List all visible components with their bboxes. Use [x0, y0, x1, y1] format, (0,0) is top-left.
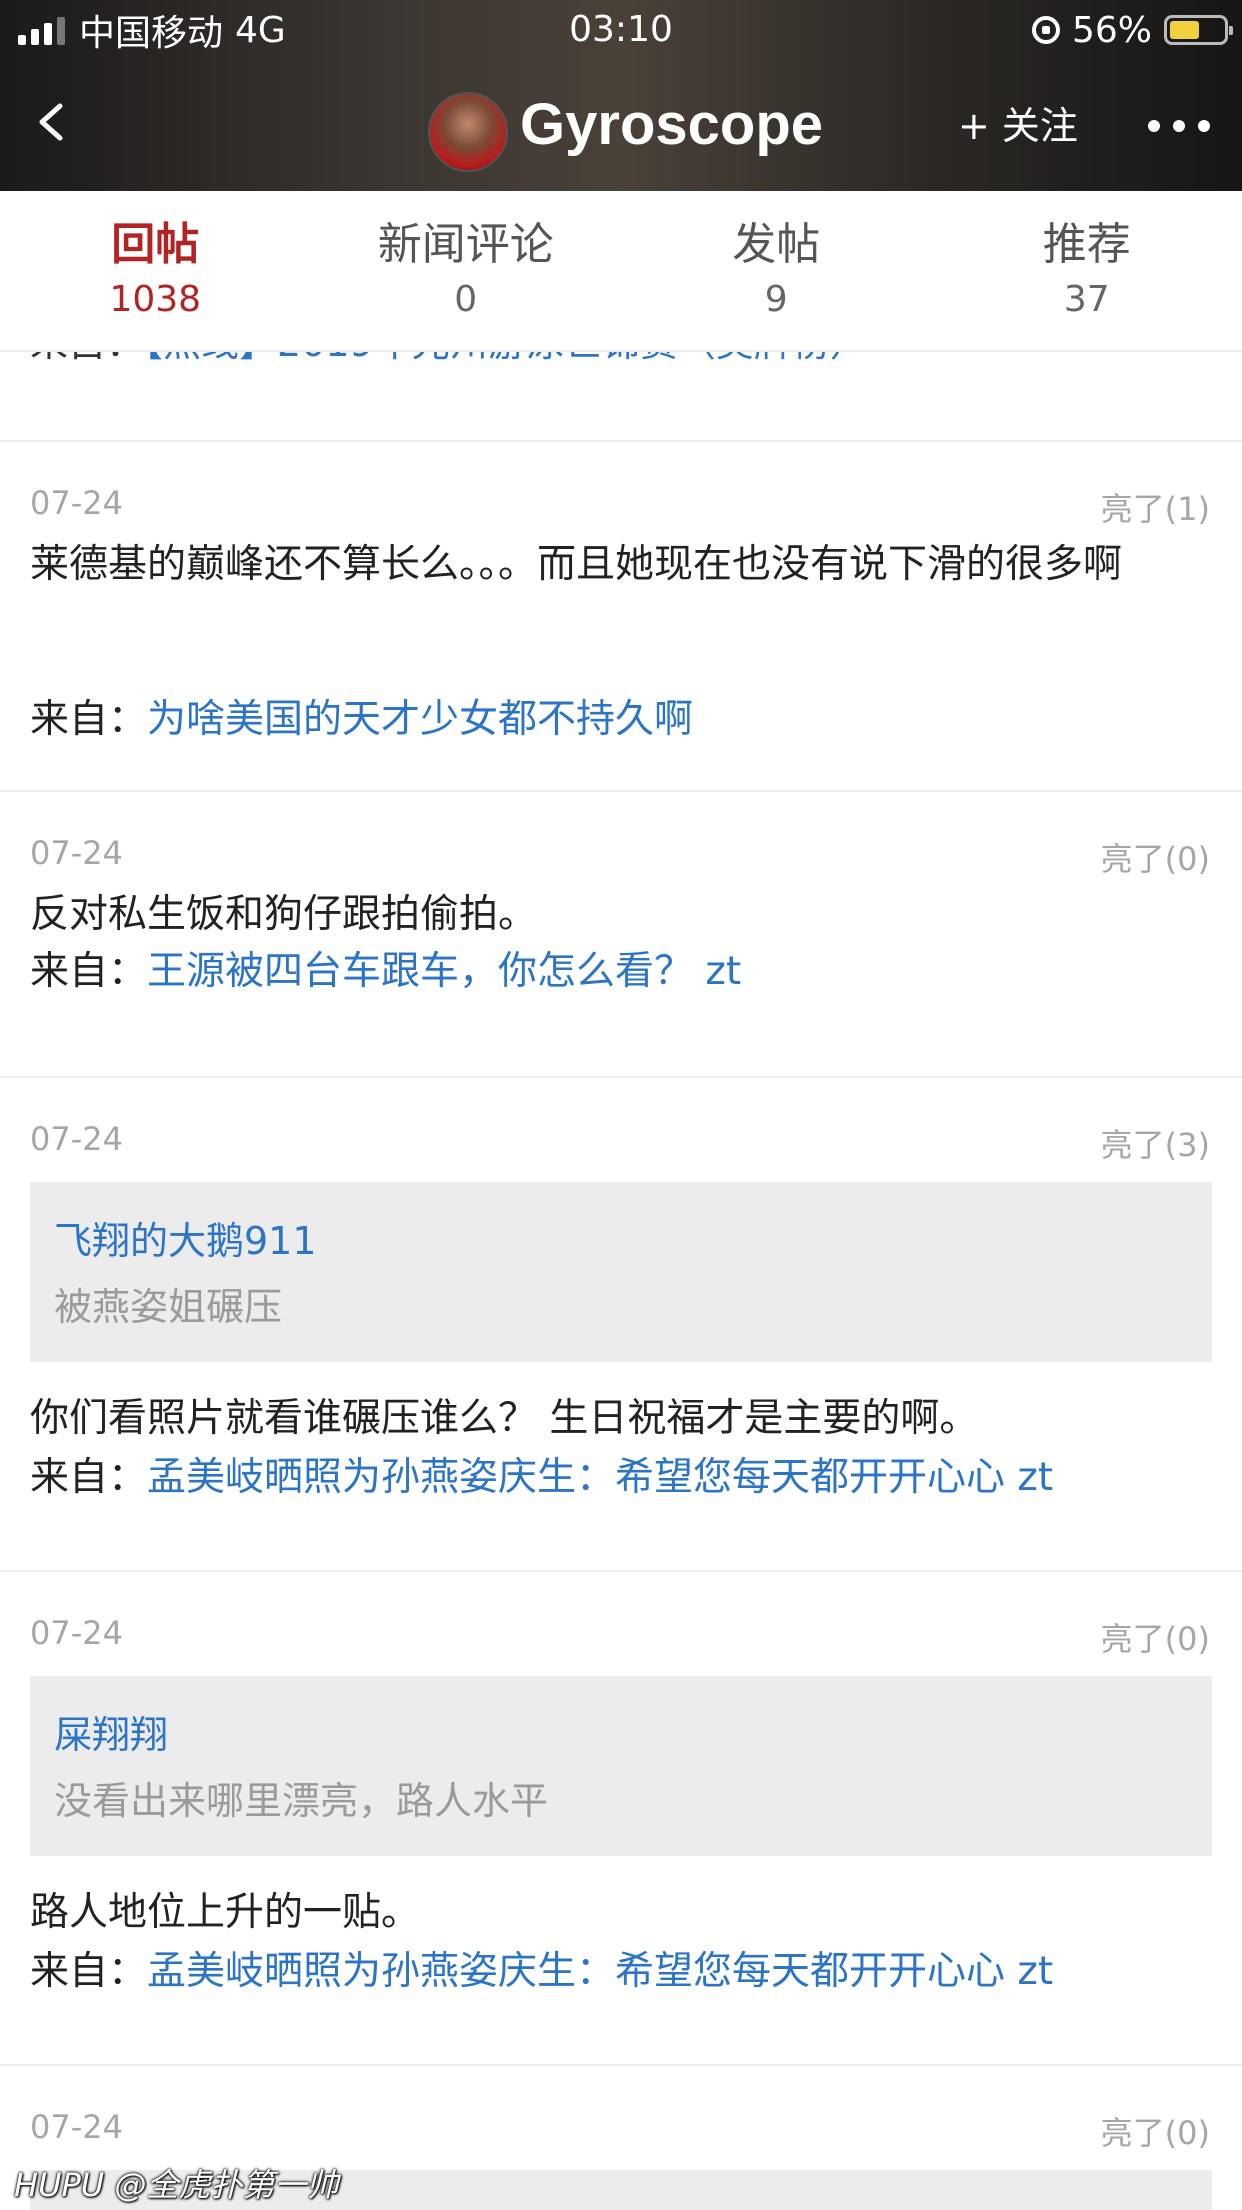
divider — [0, 440, 1242, 442]
reply-source: 来自：孟美岐晒照为孙燕姿庆生：希望您每天都开开心心 zt — [30, 1446, 1053, 1502]
post-date: 07-24 — [30, 1120, 123, 1158]
tab-label: 新闻评论 — [311, 215, 622, 275]
status-bar: 中国移动 4G 03:10 56% — [0, 0, 1242, 60]
status-right: 56% — [1032, 6, 1228, 54]
header: 中国移动 4G 03:10 56% Gyroscope + 关注 — [0, 0, 1242, 191]
quoted-username[interactable]: 屎翔翔 — [54, 1704, 168, 1759]
divider — [0, 790, 1242, 792]
from-prefix: 来自： — [30, 697, 147, 742]
divider — [0, 1570, 1242, 1572]
like-count[interactable]: 亮了(1) — [1101, 484, 1210, 530]
avatar[interactable] — [428, 92, 508, 172]
back-button[interactable] — [30, 100, 80, 150]
like-count[interactable]: 亮了(0) — [1101, 2108, 1210, 2154]
chevron-left-icon — [30, 100, 74, 144]
divider — [0, 2064, 1242, 2066]
reply-text: 反对私生饭和狗仔跟拍偷拍。 — [30, 882, 1210, 948]
like-count[interactable]: 亮了(3) — [1101, 1120, 1210, 1166]
reply-text: 路人地位上升的一贴。 — [30, 1880, 1210, 1946]
thread-link[interactable]: 王源被四台车跟车，你怎么看？ zt — [147, 949, 741, 994]
profile-name: Gyroscope — [520, 90, 823, 160]
quoted-reply[interactable]: 屎翔翔 没看出来哪里漂亮，路人水平 — [30, 1676, 1212, 1856]
tab-label: 发帖 — [621, 215, 932, 275]
tab-replies[interactable]: 回帖 1038 — [0, 191, 311, 350]
like-count[interactable]: 亮了(0) — [1101, 1614, 1210, 1660]
tab-posts[interactable]: 发帖 9 — [621, 191, 932, 350]
tab-label: 推荐 — [932, 215, 1242, 275]
tab-label: 回帖 — [0, 215, 311, 275]
tab-count: 37 — [932, 279, 1242, 320]
battery-icon — [1164, 15, 1228, 45]
tab-recommended[interactable]: 推荐 37 — [932, 191, 1242, 350]
quoted-reply[interactable]: 飞翔的大鹅911 被燕姿姐碾压 — [30, 1182, 1212, 1362]
post-date: 07-24 — [30, 484, 123, 522]
quoted-text: 没看出来哪里漂亮，路人水平 — [54, 1770, 548, 1825]
thread-link[interactable]: 孟美岐晒照为孙燕姿庆生：希望您每天都开开心心 zt — [147, 1949, 1053, 1994]
tab-count: 9 — [621, 279, 932, 320]
tab-news-comments[interactable]: 新闻评论 0 — [311, 191, 622, 350]
reply-source: 来自：为啥美国的天才少女都不持久啊 — [30, 688, 693, 744]
profile-tabs: 回帖 1038 新闻评论 0 发帖 9 推荐 37 — [0, 191, 1242, 352]
from-prefix: 来自： — [30, 949, 147, 994]
from-prefix: 来自： — [30, 1455, 147, 1500]
post-date: 07-24 — [30, 1614, 123, 1652]
follow-button[interactable]: + 关注 — [958, 98, 1078, 154]
quoted-username[interactable]: 飞翔的大鹅911 — [54, 1210, 317, 1265]
thread-link[interactable]: 为啥美国的天才少女都不持久啊 — [147, 697, 693, 742]
reply-source: 来自：孟美岐晒照为孙燕姿庆生：希望您每天都开开心心 zt — [30, 1940, 1053, 1996]
watermark: HUPU @全虎扑第一帅 — [14, 2160, 338, 2206]
tab-count: 1038 — [0, 279, 311, 320]
reply-text: 莱德基的巅峰还不算长么。。。而且她现在也没有说下滑的很多啊 — [30, 532, 1210, 598]
nav-bar: Gyroscope + 关注 — [0, 60, 1242, 191]
like-count[interactable]: 亮了(0) — [1101, 834, 1210, 880]
more-icon[interactable] — [1148, 114, 1210, 138]
post-date: 07-24 — [30, 2108, 123, 2146]
reply-source: 来自：王源被四台车跟车，你怎么看？ zt — [30, 940, 741, 996]
quoted-text: 被燕姿姐碾压 — [54, 1276, 282, 1331]
divider — [0, 1076, 1242, 1078]
battery-percent: 56% — [1072, 10, 1152, 51]
rotation-lock-icon — [1032, 16, 1060, 44]
thread-link[interactable]: 孟美岐晒照为孙燕姿庆生：希望您每天都开开心心 zt — [147, 1455, 1053, 1500]
post-date: 07-24 — [30, 834, 123, 872]
reply-text: 你们看照片就看谁碾压谁么？ 生日祝福才是主要的啊。 — [30, 1386, 1210, 1452]
from-prefix: 来自： — [30, 1949, 147, 1994]
tab-count: 0 — [311, 279, 622, 320]
